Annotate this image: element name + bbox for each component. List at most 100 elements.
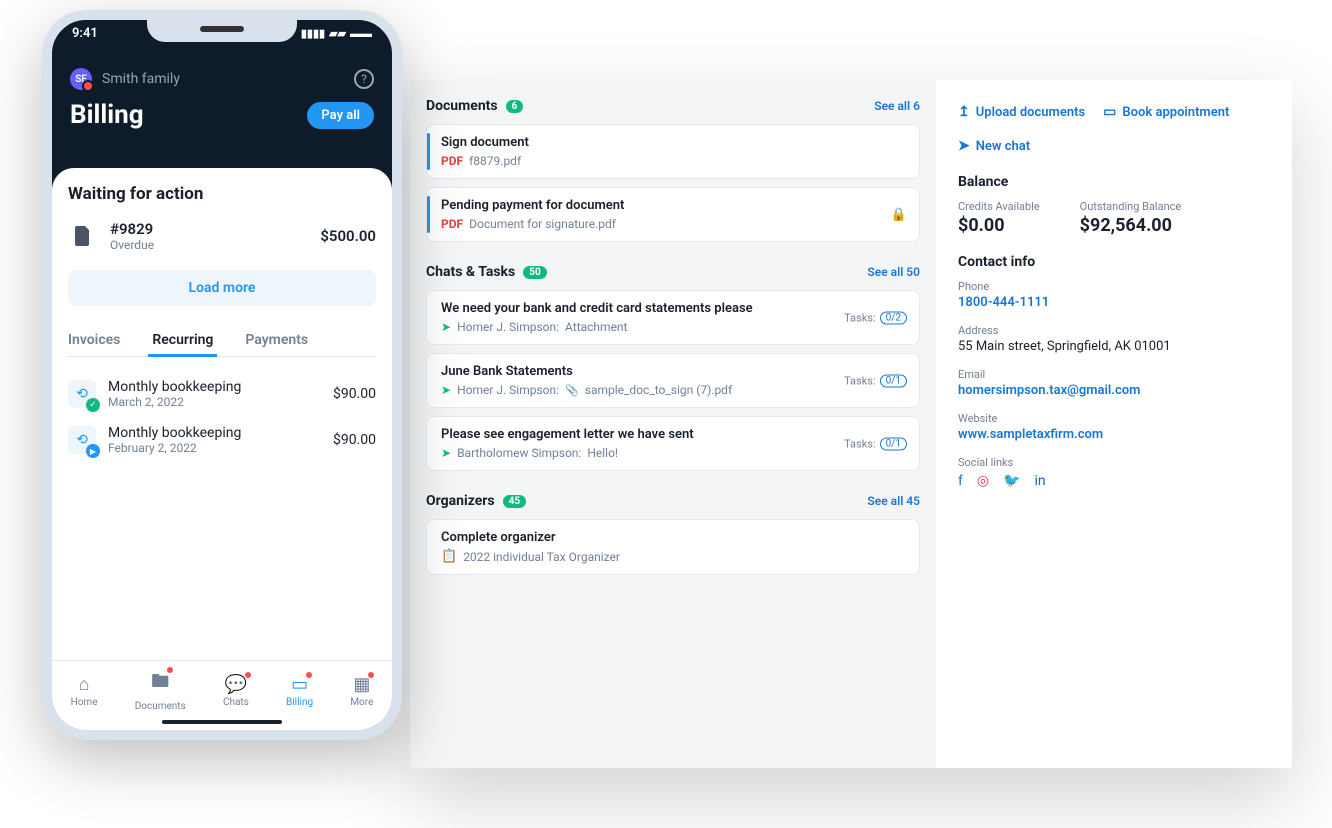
outstanding-value: $92,564.00 bbox=[1080, 215, 1182, 236]
count-badge: 6 bbox=[506, 100, 524, 113]
tasks-pill: Tasks:0/2 bbox=[844, 311, 907, 324]
load-more-button[interactable]: Load more bbox=[68, 270, 376, 306]
phone-body: Waiting for action #9829 Overdue $500.00… bbox=[52, 168, 392, 730]
battery-icon: ▬▬ bbox=[350, 27, 372, 40]
tasks-pill: Tasks:0/1 bbox=[844, 374, 907, 387]
send-icon: ➤ bbox=[441, 446, 451, 460]
paperclip-icon: 📎 bbox=[565, 384, 579, 397]
nav-documents[interactable]: 🖿Documents bbox=[135, 669, 186, 712]
book-appointment-link[interactable]: ▭Book appointment bbox=[1103, 104, 1229, 120]
recurring-title: Monthly bookkeeping bbox=[108, 379, 241, 395]
nav-billing[interactable]: ▭Billing bbox=[286, 674, 313, 708]
balance-heading: Balance bbox=[958, 174, 1270, 190]
organizer-card[interactable]: Complete organizer 📋2022 individual Tax … bbox=[426, 519, 920, 575]
address-group: Address 55 Main street, Springfield, AK … bbox=[958, 324, 1270, 354]
card-title: Sign document bbox=[441, 135, 905, 150]
card-title: We need your bank and credit card statem… bbox=[441, 301, 905, 316]
outstanding-label: Outstanding Balance bbox=[1080, 200, 1182, 213]
documents-header: Documents 6 See all 6 bbox=[426, 98, 920, 114]
status-icons: ▮▮▮▮ ▰▰ ▬▬ bbox=[301, 26, 372, 41]
card-title: Please see engagement letter we have sen… bbox=[441, 427, 905, 442]
linkedin-icon[interactable]: in bbox=[1035, 473, 1046, 489]
card-attach: Hello! bbox=[587, 446, 618, 460]
help-icon[interactable]: ? bbox=[354, 69, 374, 89]
account-name[interactable]: Smith family bbox=[102, 71, 180, 87]
recurring-title: Monthly bookkeeping bbox=[108, 425, 241, 441]
clipboard-icon: 📋 bbox=[441, 549, 457, 564]
new-chat-link[interactable]: ➤New chat bbox=[958, 138, 1030, 154]
invoice-status: Overdue bbox=[110, 238, 154, 252]
signal-icon: ▮▮▮▮ bbox=[301, 27, 325, 40]
email-label: Email bbox=[958, 368, 1270, 381]
page-title: Billing bbox=[70, 100, 144, 130]
notification-dot bbox=[245, 672, 251, 678]
invoice-row[interactable]: #9829 Overdue $500.00 bbox=[68, 216, 376, 256]
chat-card[interactable]: Please see engagement letter we have sen… bbox=[426, 416, 920, 471]
tab-recurring[interactable]: Recurring bbox=[152, 324, 213, 356]
grid-icon: ▦ bbox=[353, 674, 370, 695]
avatar[interactable]: SF bbox=[70, 68, 92, 90]
see-all-chats[interactable]: See all 50 bbox=[867, 265, 920, 279]
social-label: Social links bbox=[958, 456, 1270, 469]
send-icon: ➤ bbox=[441, 320, 451, 334]
pdf-icon: PDF bbox=[441, 217, 463, 231]
recurring-amount: $90.00 bbox=[333, 432, 376, 448]
website-label: Website bbox=[958, 412, 1270, 425]
see-all-documents[interactable]: See all 6 bbox=[874, 99, 920, 113]
lock-icon: 🔒 bbox=[891, 207, 907, 222]
phone-label: Phone bbox=[958, 280, 1270, 293]
home-indicator bbox=[162, 720, 282, 724]
see-all-organizers[interactable]: See all 45 bbox=[867, 494, 920, 508]
recurring-meta: Monthly bookkeeping March 2, 2022 bbox=[108, 379, 241, 409]
recurring-row[interactable]: ⟲✓ Monthly bookkeeping March 2, 2022 $90… bbox=[68, 371, 376, 417]
pdf-icon: PDF bbox=[441, 154, 463, 168]
tab-invoices[interactable]: Invoices bbox=[68, 324, 120, 356]
nav-home[interactable]: ⌂Home bbox=[71, 674, 98, 708]
organizers-header: Organizers 45 See all 45 bbox=[426, 493, 920, 509]
recurring-icon: ⟲▶ bbox=[68, 426, 96, 454]
facebook-icon[interactable]: f bbox=[958, 473, 963, 489]
upload-documents-link[interactable]: ↥Upload documents bbox=[958, 104, 1085, 120]
card-title: Pending payment for document bbox=[441, 198, 905, 213]
document-card[interactable]: Sign document PDF f8879.pdf bbox=[426, 124, 920, 179]
document-card[interactable]: Pending payment for document PDFDocument… bbox=[426, 187, 920, 242]
notification-dot bbox=[167, 667, 173, 673]
tab-payments[interactable]: Payments bbox=[245, 324, 308, 356]
chats-header: Chats & Tasks 50 See all 50 bbox=[426, 264, 920, 280]
card-author: Homer J. Simpson: bbox=[457, 320, 559, 334]
email-group: Email homersimpson.tax@gmail.com bbox=[958, 368, 1270, 398]
website-value[interactable]: www.sampletaxfirm.com bbox=[958, 427, 1270, 442]
file-icon bbox=[68, 221, 98, 251]
nav-chats[interactable]: 💬Chats bbox=[223, 674, 249, 708]
check-icon: ✓ bbox=[86, 398, 100, 412]
send-icon: ➤ bbox=[958, 138, 970, 154]
phone-header: SF Smith family ? Billing Pay all bbox=[52, 58, 392, 146]
card-title: June Bank Statements bbox=[441, 364, 905, 379]
notification-dot bbox=[306, 672, 312, 678]
tabs: Invoices Recurring Payments bbox=[68, 324, 376, 357]
phone-value[interactable]: 1800-444-1111 bbox=[958, 295, 1270, 310]
recurring-date: February 2, 2022 bbox=[108, 441, 241, 455]
count-badge: 45 bbox=[503, 495, 526, 508]
outstanding-balance: Outstanding Balance $92,564.00 bbox=[1080, 200, 1182, 236]
pay-all-button[interactable]: Pay all bbox=[307, 102, 374, 129]
twitter-icon[interactable]: 🐦 bbox=[1003, 473, 1020, 489]
chat-card[interactable]: We need your bank and credit card statem… bbox=[426, 290, 920, 345]
contact-heading: Contact info bbox=[958, 254, 1270, 270]
wifi-icon: ▰▰ bbox=[329, 27, 346, 40]
nav-more[interactable]: ▦More bbox=[350, 674, 373, 708]
recurring-row[interactable]: ⟲▶ Monthly bookkeeping February 2, 2022 … bbox=[68, 417, 376, 463]
section-title: Documents bbox=[426, 98, 498, 114]
chat-card[interactable]: June Bank Statements ➤Homer J. Simpson: … bbox=[426, 353, 920, 408]
card-file: f8879.pdf bbox=[469, 154, 521, 168]
card-author: Homer J. Simpson: bbox=[457, 383, 559, 397]
invoice-number: #9829 bbox=[110, 220, 154, 238]
count-badge: 50 bbox=[523, 266, 546, 279]
email-value[interactable]: homersimpson.tax@gmail.com bbox=[958, 383, 1270, 398]
status-time: 9:41 bbox=[72, 26, 98, 41]
upload-icon: ↥ bbox=[958, 104, 970, 120]
mid-column: Documents 6 See all 6 Sign document PDF f… bbox=[410, 80, 936, 768]
card-author: Bartholomew Simpson: bbox=[457, 446, 581, 460]
recurring-amount: $90.00 bbox=[333, 386, 376, 402]
instagram-icon[interactable]: ◎ bbox=[977, 473, 989, 489]
